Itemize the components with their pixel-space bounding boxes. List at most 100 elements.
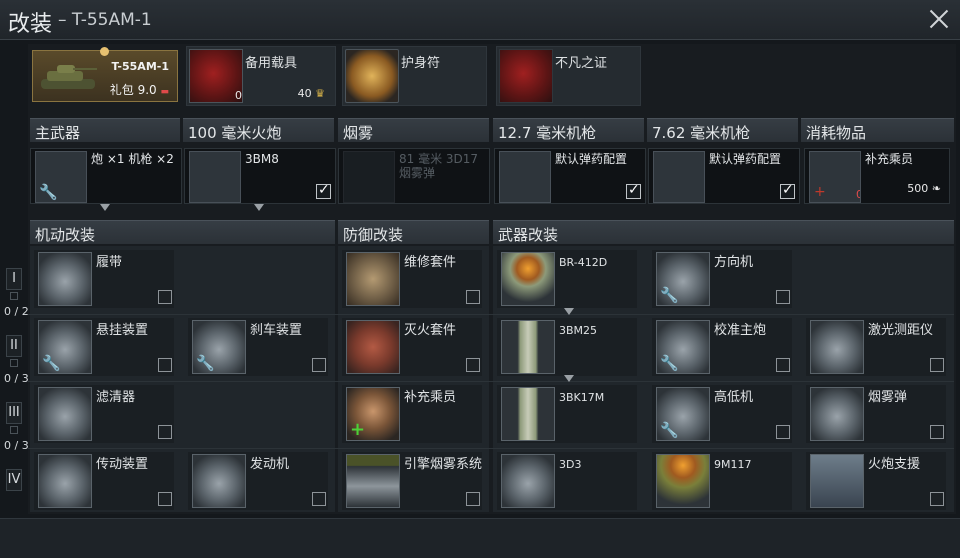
mod-checkbox[interactable] bbox=[158, 492, 172, 506]
vehicle-name: T-55AM-1 bbox=[111, 60, 169, 73]
mod-suspension[interactable]: 🔧 悬挂装置 bbox=[34, 318, 174, 376]
mod-tracks[interactable]: 履带 bbox=[34, 250, 174, 308]
mod-br412d[interactable]: BR-412D bbox=[497, 250, 637, 308]
mod-label: 补充乘员 bbox=[404, 390, 457, 405]
mod-checkbox[interactable] bbox=[312, 492, 326, 506]
wrench-icon: 🔧 bbox=[39, 183, 58, 201]
wrench-icon: 🔧 bbox=[196, 354, 215, 372]
tier-divider bbox=[28, 381, 954, 382]
mod-3d3[interactable]: 3D3 bbox=[497, 452, 637, 510]
mod-checkbox[interactable] bbox=[466, 358, 480, 372]
wrench-icon: 🔧 bbox=[42, 354, 61, 372]
mod-checkbox[interactable] bbox=[312, 358, 326, 372]
mod-label: 刹车装置 bbox=[250, 323, 303, 338]
chevron-down-icon[interactable] bbox=[100, 204, 110, 211]
mod-checkbox[interactable] bbox=[776, 358, 790, 372]
rangefinder-icon bbox=[810, 320, 864, 374]
mod-elevation[interactable]: 🔧 高低机 bbox=[652, 385, 792, 443]
apfsds-icon bbox=[501, 320, 555, 374]
mod-label: 3BM25 bbox=[559, 324, 598, 337]
weapon-slot-cannon[interactable]: 3BM8 bbox=[184, 148, 336, 204]
ammo-checkbox[interactable] bbox=[780, 182, 795, 199]
bullets-icon bbox=[653, 151, 705, 203]
smoke-launcher-icon bbox=[810, 387, 864, 441]
wrench-icon: 🔧 bbox=[660, 286, 679, 304]
mod-smoke-grenade[interactable]: 烟雾弹 bbox=[806, 385, 946, 443]
talisman-icon bbox=[345, 49, 399, 103]
cannon-icon: 🔧 bbox=[656, 320, 710, 374]
mod-label: 高低机 bbox=[714, 390, 754, 405]
mod-repair-kit[interactable]: 维修套件 bbox=[342, 250, 482, 308]
shell-icon bbox=[501, 252, 555, 306]
tier-4-label: IV bbox=[6, 469, 22, 491]
mod-label: 传动装置 bbox=[96, 457, 149, 472]
artillery-icon bbox=[810, 454, 864, 508]
distinction-card[interactable]: 不凡之证 bbox=[496, 46, 641, 106]
tier-2-label: II bbox=[6, 335, 22, 357]
close-icon[interactable] bbox=[928, 8, 950, 30]
crew-icon: + 0 bbox=[809, 151, 861, 203]
consumable-slot-crew[interactable]: + 0 补充乘员 500 ❧ bbox=[804, 148, 950, 204]
mod-laser-rangefinder[interactable]: 激光测距仪 bbox=[806, 318, 946, 376]
mod-checkbox[interactable] bbox=[158, 290, 172, 304]
mod-3bm25[interactable]: 3BM25 bbox=[497, 318, 637, 376]
suspension-icon: 🔧 bbox=[38, 320, 92, 374]
tank-icon bbox=[41, 65, 97, 89]
mod-checkbox[interactable] bbox=[158, 425, 172, 439]
mod-checkbox[interactable] bbox=[776, 425, 790, 439]
weapon-slot-hmg[interactable]: 默认弹药配置 bbox=[494, 148, 646, 204]
tier-3-progress: 0 / 3 bbox=[4, 439, 29, 452]
mod-checkbox[interactable] bbox=[466, 492, 480, 506]
mod-engine[interactable]: 发动机 bbox=[188, 452, 328, 510]
header-smoke: 烟雾 bbox=[338, 118, 489, 142]
mod-label: 履带 bbox=[96, 255, 123, 270]
window-title: 改装 bbox=[8, 12, 53, 37]
mod-label: 方向机 bbox=[714, 255, 754, 270]
mod-crew-replenish[interactable]: + 补充乘员 bbox=[342, 385, 482, 443]
backup-price-value: 40 bbox=[297, 87, 312, 100]
mod-label: 灭火套件 bbox=[404, 323, 457, 338]
smoke-shell-icon bbox=[501, 454, 555, 508]
mod-filters[interactable]: 滤清器 bbox=[34, 385, 174, 443]
transmission-icon bbox=[38, 454, 92, 508]
chevron-down-icon[interactable] bbox=[254, 204, 264, 211]
weapon-slot-mg[interactable]: 默认弹药配置 bbox=[648, 148, 800, 204]
tier-divider bbox=[28, 314, 954, 315]
mod-artillery-support[interactable]: 火炮支援 bbox=[806, 452, 946, 510]
mod-checkbox[interactable] bbox=[466, 290, 480, 304]
mod-label: 发动机 bbox=[250, 457, 290, 472]
mod-extinguisher[interactable]: 灭火套件 bbox=[342, 318, 482, 376]
mod-checkbox[interactable] bbox=[930, 425, 944, 439]
backup-vehicle-card[interactable]: 0 备用载具 40 ♛ bbox=[186, 46, 336, 106]
cannon-icon: 🔧 bbox=[35, 151, 87, 203]
mod-checkbox[interactable] bbox=[930, 358, 944, 372]
mod-3bk17m[interactable]: 3BK17M bbox=[497, 385, 637, 443]
mod-engine-smoke[interactable]: 引擎烟雾系统 bbox=[342, 452, 482, 510]
mod-checkbox[interactable] bbox=[158, 358, 172, 372]
vehicle-card[interactable]: T-55AM-1 礼包 9.0 ▬ bbox=[32, 47, 178, 102]
tier-divider bbox=[28, 448, 954, 449]
mod-transmission[interactable]: 传动装置 bbox=[34, 452, 174, 510]
mod-traverse[interactable]: 🔧 方向机 bbox=[652, 250, 792, 308]
mod-brakes[interactable]: 🔧 刹车装置 bbox=[188, 318, 328, 376]
wrench-icon: 🔧 bbox=[660, 421, 679, 439]
header-mobility: 机动改装 bbox=[30, 220, 335, 244]
weapon-slot-label: 补充乘员 bbox=[865, 152, 914, 166]
mod-9m117[interactable]: 9M117 bbox=[652, 452, 792, 510]
mod-checkbox[interactable] bbox=[776, 290, 790, 304]
tier-progress-box bbox=[10, 426, 18, 434]
talisman-card[interactable]: 护身符 bbox=[342, 46, 487, 106]
backup-count: 0 bbox=[235, 89, 242, 102]
tier-1-progress: 0 / 2 bbox=[4, 305, 29, 318]
ammo-checkbox[interactable] bbox=[626, 182, 641, 199]
window-subtitle: – T-55AM-1 bbox=[58, 10, 152, 30]
tier-1-label: I bbox=[6, 268, 22, 290]
mod-checkbox[interactable] bbox=[930, 492, 944, 506]
ammo-checkbox[interactable] bbox=[316, 182, 331, 199]
weapon-slot-primary[interactable]: 🔧 炮 ×1 机枪 ×2 bbox=[30, 148, 182, 204]
distinction-label: 不凡之证 bbox=[555, 56, 608, 71]
header-primary-weapon: 主武器 bbox=[30, 118, 180, 142]
mod-adjustment[interactable]: 🔧 校准主炮 bbox=[652, 318, 792, 376]
vehicle-pack: 礼包 9.0 ▬ bbox=[110, 81, 169, 98]
backup-vehicle-label: 备用载具 bbox=[245, 56, 298, 71]
